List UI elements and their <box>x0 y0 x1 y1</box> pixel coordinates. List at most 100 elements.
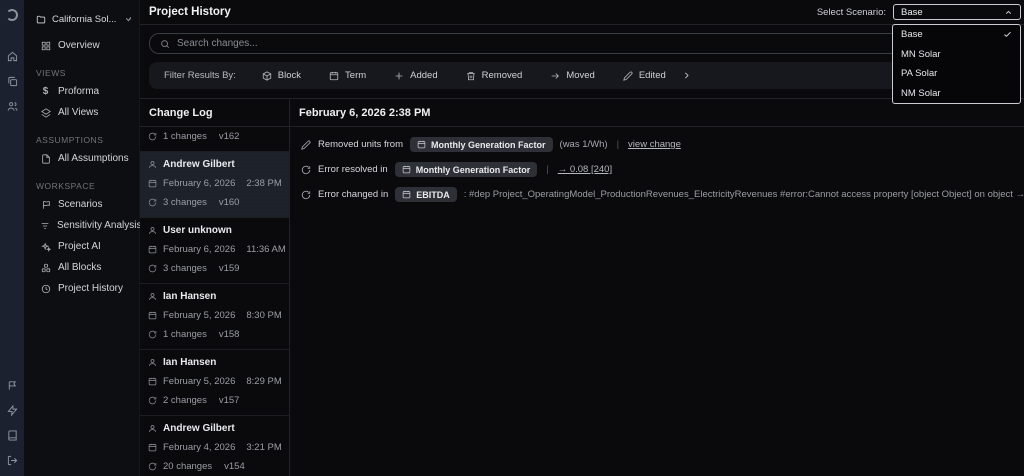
menu-option-mn-solar[interactable]: MN Solar <box>893 45 1020 65</box>
filter-results-label: Filter Results By: <box>164 70 236 81</box>
changes-icon <box>148 132 157 141</box>
change-log-entry-selected[interactable]: Andrew Gilbert February 6, 2026 2:38 PM <box>140 152 289 218</box>
changes-icon <box>148 396 157 405</box>
divider: | <box>616 139 620 150</box>
select-scenario-label: Select Scenario: <box>816 6 886 18</box>
filter-label: Term <box>345 70 367 81</box>
sidebar-item-label: Project AI <box>58 241 101 252</box>
change-log-entry[interactable]: Ian Hansen February 5, 2026 8:29 PM 2 ch… <box>140 350 289 416</box>
change-note: (was 1/Wh) <box>559 139 608 150</box>
zap-icon[interactable] <box>6 405 18 416</box>
view-change-link[interactable]: view change <box>628 139 681 150</box>
chevron-down-icon <box>124 15 133 24</box>
chip-label: Monthly Generation Factor <box>415 164 531 175</box>
sidebar-item-project-ai[interactable]: Project AI <box>24 236 139 257</box>
menu-option-label: MN Solar <box>901 48 941 60</box>
menu-option-label: PA Solar <box>901 68 938 80</box>
change-log-entry[interactable]: Andrew Gilbert February 4, 2026 3:21 PM <box>140 416 289 476</box>
scenario-select[interactable]: Base <box>893 4 1021 20</box>
entry-version: v160 <box>218 197 240 208</box>
change-row: Error changed in EBITDA : #dep Project_O… <box>301 187 1024 202</box>
change-log-panel: Change Log 1 changes v162 Andrew Gilbert… <box>140 99 290 476</box>
entry-author: Andrew Gilbert <box>163 159 235 170</box>
entry-time: 8:29 PM <box>246 376 282 387</box>
project-selector[interactable]: California Sol... <box>24 10 139 29</box>
filter-added-button[interactable]: Added <box>394 70 438 81</box>
calendar-icon <box>148 311 157 320</box>
filter-label: Moved <box>566 70 595 81</box>
block-chip[interactable]: Monthly Generation Factor <box>394 162 538 177</box>
search-input[interactable] <box>177 38 1004 49</box>
filter-removed-button[interactable]: Removed <box>466 70 522 81</box>
sidebar-item-proforma[interactable]: $ Proforma <box>24 81 139 102</box>
sidebar-item-scenarios[interactable]: Scenarios <box>24 194 139 215</box>
file-icon <box>40 153 51 164</box>
block-chip[interactable]: EBITDA <box>395 187 457 202</box>
change-action: Error changed in <box>318 189 389 200</box>
top-bar: Project History Select Scenario: Base <box>140 0 1024 25</box>
block-chip[interactable]: Monthly Generation Factor <box>410 137 553 152</box>
section-assumptions: ASSUMPTIONS <box>36 135 104 145</box>
content-area: Change Log 1 changes v162 Andrew Gilbert… <box>140 98 1024 476</box>
change-row: Removed units from Monthly Generation Fa… <box>301 137 1024 152</box>
main-panel: Project History Select Scenario: Base Fi… <box>140 0 1024 476</box>
section-workspace: WORKSPACE <box>36 181 96 191</box>
error-message: : #dep Project_OperatingModel_Production… <box>463 189 1024 200</box>
sidebar-item-label: Sensitivity Analysis <box>57 220 142 231</box>
sidebar-item-label: Proforma <box>58 86 100 97</box>
menu-option-base[interactable]: Base <box>893 25 1020 45</box>
filter-term-button[interactable]: Term <box>329 70 366 81</box>
sidebar-item-label: All Assumptions <box>58 153 129 164</box>
entry-time: 2:38 PM <box>246 178 282 189</box>
sidebar-item-label: Overview <box>58 40 100 51</box>
filter-block-button[interactable]: Block <box>262 70 301 81</box>
chevron-right-icon[interactable] <box>682 71 691 80</box>
entry-changes: 3 changes <box>163 263 207 274</box>
users-icon[interactable] <box>7 101 18 112</box>
logout-icon[interactable] <box>7 455 18 466</box>
sidebar-item-all-views[interactable]: All Views <box>24 102 139 123</box>
change-detail-panel: February 6, 2026 2:38 PM Removed units f… <box>290 99 1024 476</box>
filter-lines-icon <box>40 221 50 231</box>
entry-author: User unknown <box>163 225 232 236</box>
menu-option-nm-solar[interactable]: NM Solar <box>893 84 1020 104</box>
change-action: Error resolved in <box>318 164 388 175</box>
filter-edited-button[interactable]: Edited <box>623 70 666 81</box>
scenarios-icon <box>40 200 51 210</box>
change-log-entry[interactable]: Ian Hansen February 5, 2026 8:30 PM 1 ch… <box>140 284 289 350</box>
trash-icon <box>466 71 476 81</box>
entry-changes: 1 changes <box>163 329 207 340</box>
menu-option-pa-solar[interactable]: PA Solar <box>893 64 1020 84</box>
calendar-icon <box>417 140 426 149</box>
sidebar-item-label: Project History <box>58 283 124 294</box>
chip-label: Monthly Generation Factor <box>431 139 546 150</box>
sidebar-item-label: Scenarios <box>58 199 103 210</box>
entry-changes: 2 changes <box>163 395 207 406</box>
sidebar-item-sensitivity-analysis[interactable]: Sensitivity Analysis <box>24 215 142 236</box>
change-log-entry[interactable]: User unknown February 6, 2026 11:36 AM 3… <box>140 218 289 284</box>
feedback-flag-icon[interactable] <box>7 380 18 391</box>
docs-icon[interactable] <box>7 430 18 441</box>
entry-version: v159 <box>218 263 240 274</box>
home-icon[interactable] <box>7 51 18 62</box>
dollar-icon: $ <box>42 86 49 97</box>
value-change-link[interactable]: → 0.08 [240] <box>558 164 612 175</box>
change-log-entry[interactable]: 1 changes v162 <box>140 127 289 152</box>
search-bar[interactable] <box>149 33 1015 54</box>
divider: | <box>546 164 549 175</box>
menu-option-label: Base <box>901 29 923 41</box>
plus-icon <box>394 71 404 81</box>
sidebar-item-all-assumptions[interactable]: All Assumptions <box>24 148 139 169</box>
entry-version: v158 <box>218 329 240 340</box>
changes-icon <box>148 198 157 207</box>
app-root: California Sol... Overview VIEWS $ Profo… <box>0 0 1024 476</box>
entry-date: February 6, 2026 <box>163 244 236 255</box>
sidebar-item-all-blocks[interactable]: All Blocks <box>24 257 139 278</box>
pencil-icon <box>623 71 633 81</box>
projects-icon[interactable] <box>7 76 18 87</box>
sidebar-item-overview[interactable]: Overview <box>24 35 139 56</box>
entry-changes: 1 changes <box>163 131 207 142</box>
sidebar-item-project-history[interactable]: Project History <box>24 278 139 299</box>
entry-changes: 20 changes <box>163 461 213 472</box>
filter-moved-button[interactable]: Moved <box>550 70 595 81</box>
